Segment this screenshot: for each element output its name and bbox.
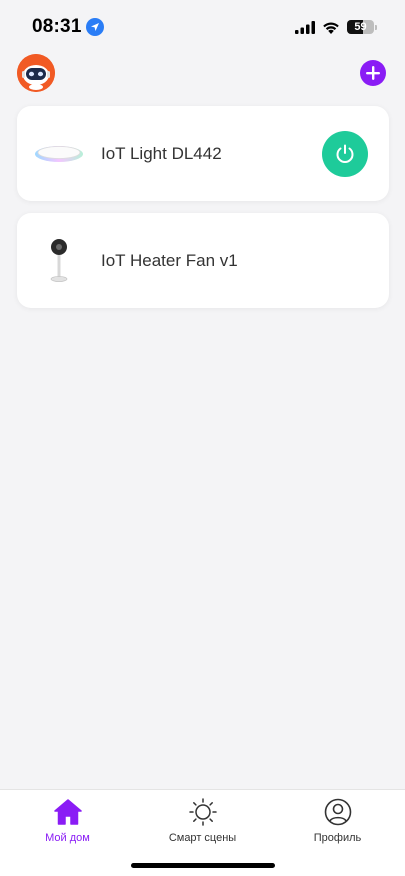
tab-label: Смарт сцены bbox=[168, 832, 237, 844]
home-indicator bbox=[131, 863, 275, 868]
robot-avatar-icon[interactable] bbox=[17, 54, 55, 92]
status-bar: 08:31 59 bbox=[0, 0, 405, 54]
ceiling-light-icon bbox=[17, 106, 101, 201]
device-list: IoT Light DL442 IoT Heater Fan v1 bbox=[17, 106, 389, 320]
device-card-iot-light[interactable]: IoT Light DL442 bbox=[17, 106, 389, 201]
tab-my-home[interactable]: Мой дом bbox=[8, 798, 128, 844]
status-right: 59 bbox=[295, 20, 377, 34]
tab-profile[interactable]: Профиль bbox=[278, 798, 398, 844]
cellular-signal-icon bbox=[295, 20, 315, 34]
location-arrow-icon bbox=[85, 18, 104, 36]
battery-body: 59 bbox=[347, 20, 374, 34]
tab-label: Профиль bbox=[313, 832, 362, 844]
header bbox=[0, 52, 405, 94]
battery-cap bbox=[375, 24, 377, 30]
profile-icon bbox=[324, 798, 352, 826]
plus-icon bbox=[366, 66, 380, 80]
battery-icon: 59 bbox=[347, 20, 377, 34]
power-button[interactable] bbox=[322, 131, 368, 177]
sun-icon bbox=[188, 798, 217, 826]
heater-fan-icon bbox=[17, 213, 101, 308]
device-name: IoT Heater Fan v1 bbox=[101, 250, 238, 270]
power-icon bbox=[336, 144, 354, 163]
wifi-icon bbox=[322, 21, 340, 34]
tab-smart-scenes[interactable]: Смарт сцены bbox=[143, 798, 263, 844]
home-icon bbox=[53, 798, 82, 826]
status-time: 08:31 bbox=[32, 16, 82, 37]
battery-percentage: 59 bbox=[354, 21, 367, 33]
device-card-iot-heater-fan[interactable]: IoT Heater Fan v1 bbox=[17, 213, 389, 308]
device-name: IoT Light DL442 bbox=[101, 143, 222, 163]
status-left: 08:31 bbox=[32, 16, 104, 38]
tab-label: Мой дом bbox=[45, 832, 90, 844]
add-device-button[interactable] bbox=[360, 60, 386, 86]
